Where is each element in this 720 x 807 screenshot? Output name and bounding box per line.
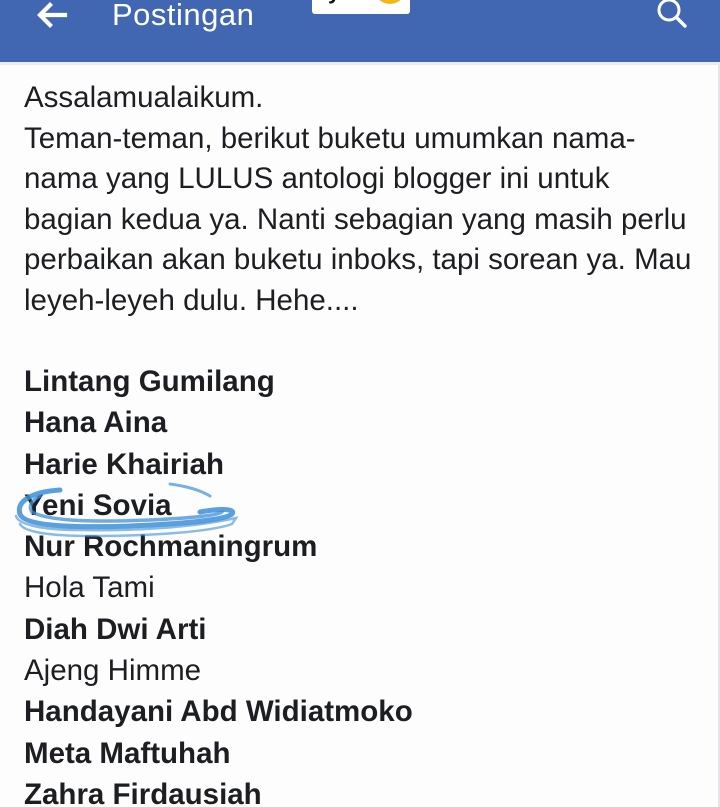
list-item: Handayani Abd Widiatmoko [24, 695, 413, 729]
list-item: Nur Rochmaningrum [24, 530, 318, 564]
post-paragraph: Teman-teman, berikut buketu umumkan nama… [24, 121, 692, 317]
search-button[interactable] [652, 0, 692, 34]
list-item: Diah Dwi Arti [24, 612, 207, 646]
list-item: Ajeng Himme [24, 654, 202, 688]
svg-text:3: 3 [394, 0, 399, 2]
list-item: Zahra Firdausiah [24, 777, 262, 807]
top-app-bar: Postingan ya 3 [0, 0, 720, 62]
sticker-text: ya [328, 0, 353, 4]
header-divider [0, 62, 720, 65]
page-title: Postingan [112, 0, 255, 32]
search-icon [655, 0, 689, 36]
emoji-sticker: ya 3 [312, 0, 412, 16]
facebook-post-screen: Postingan ya 3 Assalamualaikum. Teman-te… [0, 0, 720, 807]
arrow-left-icon [35, 0, 69, 35]
post-text: Assalamualaikum. Teman-teman, berikut bu… [24, 78, 704, 361]
back-button[interactable] [28, 0, 76, 34]
list-item: Hana Aina [24, 406, 168, 440]
list-item-circled: Yeni Sovia [24, 488, 172, 522]
list-item: Hola Tami [24, 571, 155, 605]
list-item: Lintang Gumilang [24, 365, 275, 398]
post-greeting: Assalamualaikum. [24, 81, 264, 114]
passed-names-list: Lintang Gumilang Hana Aina Harie Khairia… [24, 361, 704, 807]
list-item: Meta Maftuhah [24, 736, 231, 770]
list-item: Harie Khairiah [24, 447, 225, 481]
